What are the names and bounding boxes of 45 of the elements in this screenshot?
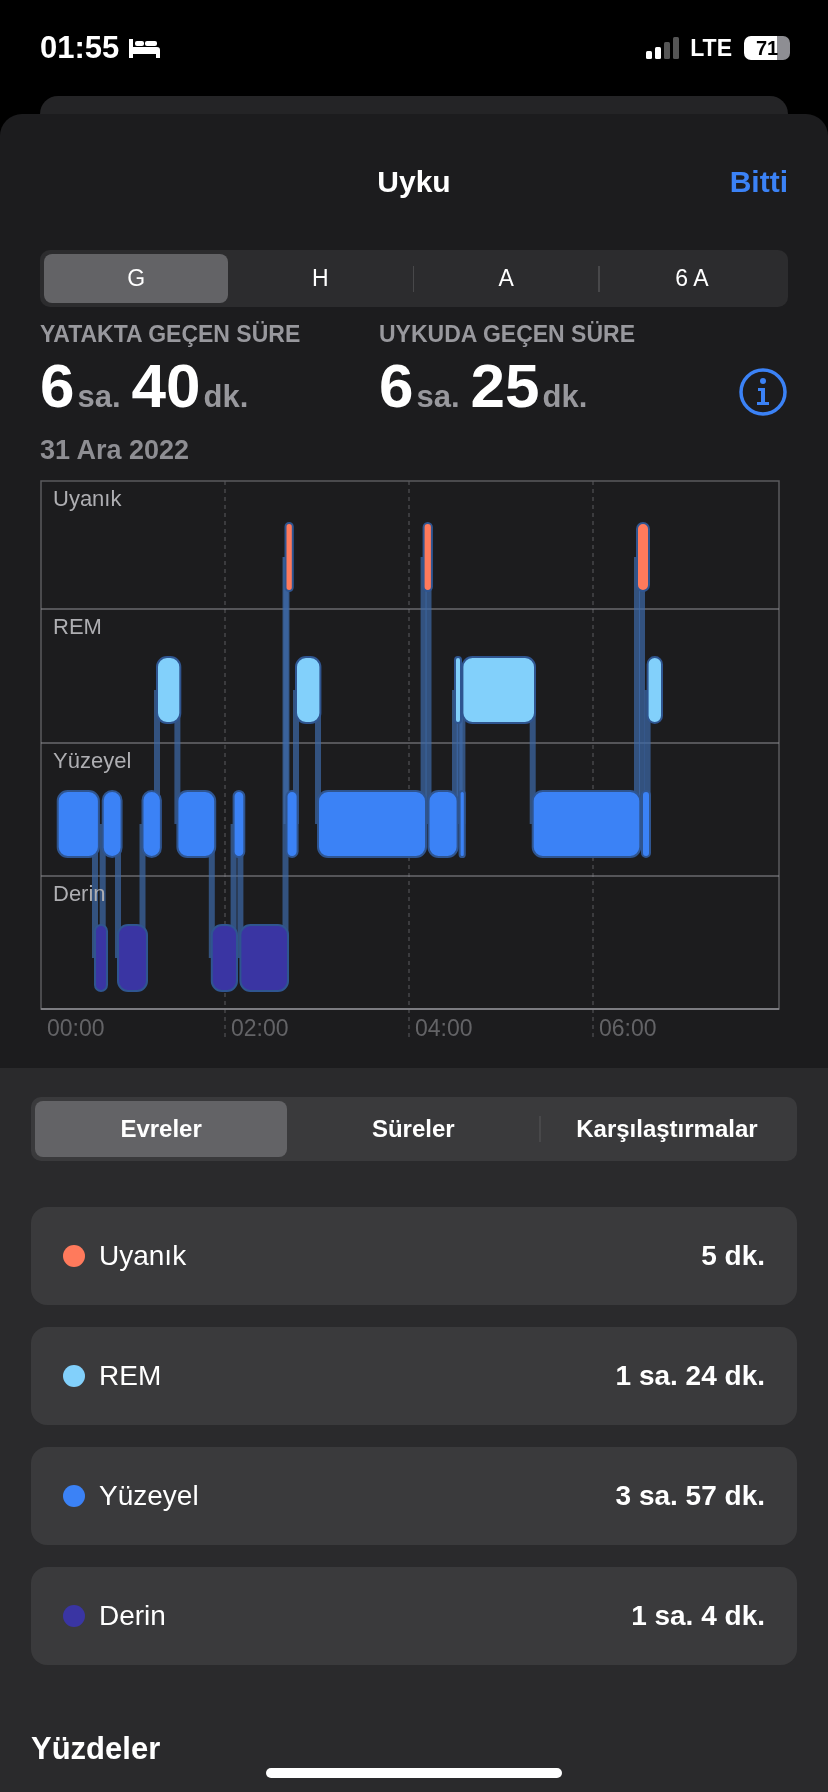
bed-icon (127, 37, 162, 59)
stage-card[interactable]: Yüzeyel 3 sa. 57 dk. (31, 1447, 797, 1545)
stat-value: 40 (131, 350, 201, 421)
time-label: 00:00 (47, 1015, 105, 1041)
stage-name: REM (99, 1360, 163, 1392)
stat-value: 6 (40, 350, 75, 421)
view-tab[interactable]: Karşılaştırmalar (540, 1101, 793, 1157)
info-icon[interactable] (738, 367, 788, 417)
time-label: 04:00 (415, 1015, 473, 1041)
time-label: 06:00 (599, 1015, 657, 1041)
stage-name: Uyanık (99, 1240, 188, 1272)
stat-unit: dk. (542, 379, 588, 415)
view-tab[interactable]: Evreler (35, 1101, 288, 1157)
stage-duration: 3 sa. 57 dk. (615, 1480, 765, 1512)
stat-unit: dk. (203, 379, 249, 415)
stat-unit: sa. (416, 379, 460, 415)
stat-label: UYKUDA GEÇEN SÜRE (379, 321, 636, 348)
battery-icon: 71 (744, 36, 790, 60)
stage-duration: 1 sa. 4 dk. (631, 1600, 765, 1632)
stage-duration: 5 dk. (701, 1240, 765, 1272)
stage-label: REM (53, 614, 102, 639)
sheet-title: Uyku (377, 165, 451, 199)
network-label: LTE (690, 34, 732, 62)
stat-value: 6 (379, 350, 414, 421)
section-title: Yüzdeler (31, 1731, 162, 1767)
done-button[interactable]: Bitti (725, 161, 792, 203)
period-tab[interactable]: A (414, 254, 599, 303)
period-tab[interactable]: 6 A (599, 254, 784, 303)
stage-label: Yüzeyel (53, 748, 132, 773)
stage-name: Yüzeyel (99, 1480, 200, 1512)
stage-card[interactable]: Uyanık 5 dk. (31, 1207, 797, 1305)
time-label: 02:00 (231, 1015, 289, 1041)
stat-label: YATAKTA GEÇEN SÜRE (40, 321, 302, 348)
stage-name: Derin (99, 1600, 167, 1632)
period-tab[interactable]: H (228, 254, 413, 303)
stage-label: Uyanık (53, 486, 122, 511)
stat-unit: sa. (77, 379, 121, 415)
stage-card[interactable]: Derin 1 sa. 4 dk. (31, 1567, 797, 1665)
status-time: 01:55 (40, 30, 120, 66)
stage-card[interactable]: REM 1 sa. 24 dk. (31, 1327, 797, 1425)
stage-duration: 1 sa. 24 dk. (615, 1360, 765, 1392)
date-label: 31 Ara 2022 (40, 435, 191, 466)
view-tab[interactable]: Süreler (287, 1101, 540, 1157)
stat-value: 25 (470, 350, 540, 421)
period-tab[interactable]: G (44, 254, 229, 303)
